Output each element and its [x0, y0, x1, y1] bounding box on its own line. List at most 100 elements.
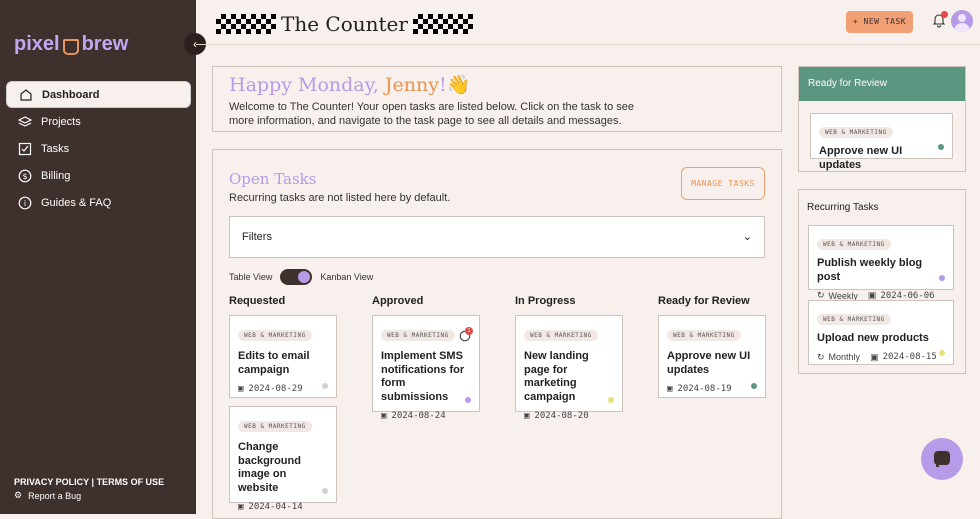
status-dot: [322, 488, 328, 494]
report-bug-label: Report a Bug: [28, 490, 82, 501]
category-tag: WEB & MARKETING: [817, 239, 891, 250]
task-title: Implement SMS notifications for form sub…: [381, 350, 465, 403]
sidebar-item-dashboard[interactable]: Dashboard: [6, 81, 191, 108]
status-dot: [465, 397, 471, 403]
category-tag: WEB & MARKETING: [819, 127, 893, 138]
user-name: Jenny: [384, 74, 439, 96]
svg-text:i: i: [24, 199, 26, 208]
review-task-card[interactable]: WEB & MARKETING Approve new UI updates: [810, 113, 953, 171]
task-card[interactable]: WEB & MARKETING New landing page for mar…: [515, 315, 623, 421]
task-title: Approve new UI updates: [667, 350, 751, 376]
task-date: ▣ 2024-08-20: [524, 411, 589, 421]
task-title: New landing page for marketing campaign: [524, 350, 589, 403]
home-icon: [20, 88, 32, 101]
status-dot: [938, 144, 944, 150]
checker-pattern-left: [216, 14, 276, 34]
status-dot: [751, 383, 757, 389]
checker-pattern-right: [412, 14, 473, 34]
ready-for-review-panel: Ready for Review WEB & MARKETING Approve…: [798, 66, 966, 172]
terms-link[interactable]: TERMS OF USE: [97, 477, 165, 487]
filters-label: Filters: [242, 231, 272, 243]
status-dot: [939, 350, 945, 356]
column-approved: Approved: [372, 295, 424, 307]
task-title: Publish weekly blog post: [817, 257, 923, 283]
sidebar-item-billing[interactable]: $ Billing: [6, 162, 191, 189]
sidebar-item-label: Billing: [41, 169, 71, 182]
checkbox-icon: [18, 142, 32, 155]
layers-icon: [18, 115, 32, 127]
welcome-panel: Happy Monday, Jenny!👋 Welcome to The Cou…: [212, 66, 782, 132]
task-date: ▣ 2024-08-19: [667, 384, 732, 394]
greeting-emoji: !👋: [438, 74, 471, 96]
topbar: The Counter + NEW TASK: [196, 0, 980, 45]
footer-links: PRIVACY POLICY | TERMS OF USE: [14, 477, 165, 487]
task-date: ▣ 2024-08-29: [238, 384, 303, 394]
sidebar-item-label: Tasks: [41, 142, 70, 155]
sidebar-item-guides[interactable]: i Guides & FAQ: [6, 189, 191, 216]
privacy-policy-link[interactable]: PRIVACY POLICY: [14, 477, 89, 487]
task-card[interactable]: WEB & MARKETING Edits to email campaign …: [229, 315, 337, 398]
dollar-icon: $: [18, 169, 32, 182]
bug-icon: ⚙: [14, 490, 23, 500]
task-card[interactable]: WEB & MARKETING Approve new UI updates ▣…: [658, 315, 766, 398]
task-date: ▣ 2024-04-14: [238, 502, 303, 512]
open-tasks-subtitle: Recurring tasks are not listed here by d…: [229, 192, 451, 204]
task-date: ▣ 2024-08-24: [381, 411, 446, 421]
new-task-button[interactable]: + NEW TASK: [846, 11, 913, 33]
welcome-text: Welcome to The Counter! Your open tasks …: [229, 101, 634, 127]
chat-support-button[interactable]: [921, 438, 963, 480]
table-view-label[interactable]: Table View: [229, 272, 272, 282]
view-toggle-row: Table View Kanban View: [229, 269, 373, 285]
filters-dropdown[interactable]: Filters ⌄: [229, 216, 765, 258]
logo-text-right: brew: [81, 33, 129, 55]
manage-tasks-button[interactable]: MANAGE TASKS: [681, 167, 765, 200]
sidebar-item-label: Dashboard: [42, 88, 100, 101]
frequency: Monthly: [828, 352, 861, 362]
category-tag: WEB & MARKETING: [667, 330, 741, 341]
status-dot: [939, 275, 945, 281]
sidebar-item-tasks[interactable]: Tasks: [6, 135, 191, 162]
recurring-task-card[interactable]: WEB & MARKETING Upload new products ↻ Mo…: [808, 300, 954, 365]
task-title: Change background image on website: [238, 441, 301, 494]
frequency: Weekly: [828, 290, 858, 301]
app-header: The Counter: [216, 12, 473, 36]
review-panel-title: Ready for Review: [799, 67, 965, 101]
app-title: The Counter: [281, 12, 408, 36]
task-title: Approve new UI updates: [819, 145, 903, 171]
repeat-icon: ↻: [817, 351, 825, 362]
calendar-icon: ▣: [870, 351, 879, 362]
pixelbrew-logo[interactable]: pixel brew: [14, 33, 128, 56]
sidebar-item-label: Projects: [41, 115, 81, 128]
svg-text:$: $: [22, 172, 27, 181]
greeting-heading: Happy Monday, Jenny!👋: [229, 73, 470, 96]
info-icon: i: [18, 196, 32, 209]
column-ready-for-review: Ready for Review: [658, 295, 750, 307]
kanban-view-label[interactable]: Kanban View: [320, 272, 373, 282]
coffee-cup-icon: [62, 38, 79, 55]
greeting-text: Happy Monday,: [229, 74, 385, 96]
sidebar-item-projects[interactable]: Projects: [6, 108, 191, 135]
column-requested: Requested: [229, 295, 286, 307]
report-bug-link[interactable]: ⚙ Report a Bug: [14, 490, 81, 501]
task-card[interactable]: WEB & MARKETING Change background image …: [229, 406, 337, 512]
avatar[interactable]: [951, 10, 973, 32]
status-dot: [322, 383, 328, 389]
chevron-down-icon: ⌄: [742, 231, 752, 243]
recurring-task-card[interactable]: WEB & MARKETING Publish weekly blog post…: [808, 225, 954, 301]
calendar-icon: ▣: [238, 384, 244, 394]
task-title: Upload new products: [817, 332, 929, 344]
sidebar: pixel brew ‹ Dashboard Projects Tasks $ …: [0, 0, 206, 514]
category-tag: WEB & MARKETING: [817, 314, 891, 325]
view-toggle[interactable]: [280, 269, 313, 285]
task-date: 2024-06-06: [880, 290, 935, 301]
category-tag: WEB & MARKETING: [238, 421, 312, 432]
task-meta: ↻ Monthly ▣ 2024-08-15: [817, 352, 945, 363]
status-dot: [608, 397, 614, 403]
recurring-tasks-title: Recurring Tasks: [807, 202, 879, 213]
category-tag: WEB & MARKETING: [524, 330, 598, 341]
task-card[interactable]: WEB & MARKETING 1 Implement SMS notifica…: [372, 315, 480, 421]
category-tag: WEB & MARKETING: [238, 330, 312, 341]
task-date: 2024-08-15: [882, 352, 937, 362]
recurring-tasks-panel: Recurring Tasks WEB & MARKETING Publish …: [798, 189, 966, 374]
open-tasks-panel: Open Tasks Recurring tasks are not liste…: [212, 149, 782, 519]
